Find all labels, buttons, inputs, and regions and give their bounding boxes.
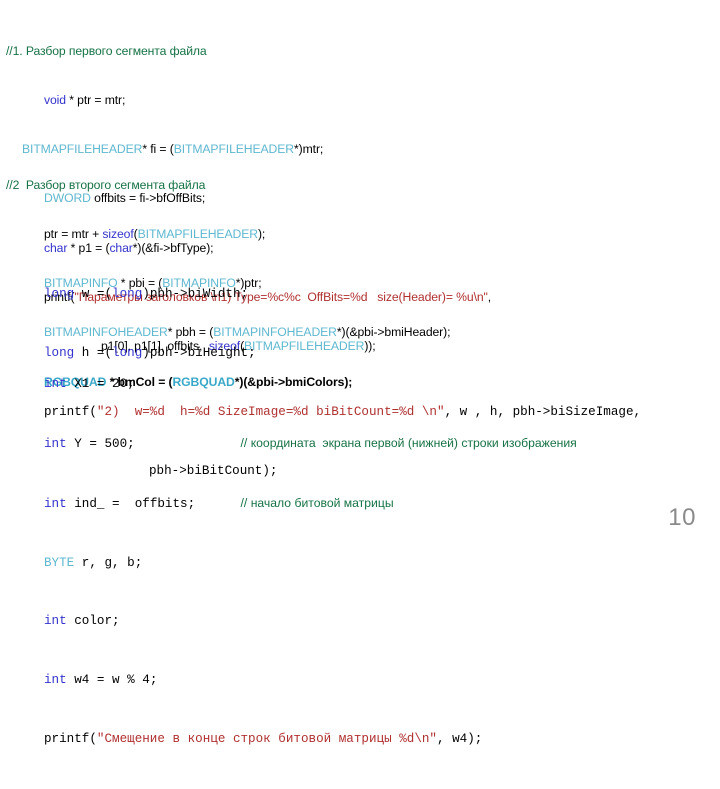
segment-2-heading-comment: //2 Разбор второго сегмента файла [6,177,206,192]
code-token: )pbh->biWidth; [142,287,249,302]
code-block-variables: int X1 = 20; int Y = 500; // координата … [44,336,577,789]
code-token: BYTE [44,555,75,570]
comment-spacer [135,437,241,451]
code-line-byte-rgb: BYTE r, g, b; [44,554,577,574]
code-line-int-w4: int w4 = w % 4; [44,671,577,691]
code-token: w4 = w % 4; [66,673,158,688]
slide-canvas: //1. Разбор первого сегмента файла void … [0,0,720,746]
comment-spacer [195,497,240,511]
code-token: sizeof [102,227,134,242]
code-token: int [44,436,67,451]
code-line-void-ptr: void * ptr = mtr; [6,92,491,108]
code-line-int-y: int Y = 500; // координата экрана первой… [44,434,577,455]
code-token: "Смещение в конце строк битовой матрицы … [96,731,437,746]
inline-comment: // координата экрана первой (нижней) стр… [240,435,577,450]
code-token: int [44,673,67,688]
code-line-long-w: long w =(long)pbh->biWidth; [44,285,641,305]
code-line-int-x1: int X1 = 20; [44,375,577,395]
code-token: ); [257,227,266,242]
inline-comment: // начало битовой матрицы [240,495,394,510]
page-number: 10 [668,504,696,531]
code-token: int [44,377,67,392]
code-token: long [44,287,75,302]
code-token: Y = 500; [66,436,135,451]
code-token: int [44,614,67,629]
code-token: void [44,93,66,108]
code-token: * ptr = mtr; [65,93,126,108]
segment-1-heading-comment: //1. Разбор первого сегмента файла [6,43,207,58]
code-line-ptr-mtr-sizeof: ptr = mtr + sizeof(BITMAPFILEHEADER); [6,226,450,242]
code-token: long [112,287,143,302]
code-token: ind_ = offbits; [66,496,196,511]
code-token: color; [66,614,120,629]
code-line-int-ind: int ind_ = offbits; // начало битовой ма… [44,494,577,515]
code-token: ptr = mtr + [44,227,103,242]
code-line-int-color: int color; [44,612,577,632]
code-line-printf-offset: printf("Смещение в конце строк битовой м… [44,730,577,750]
code-token: r, g, b; [74,555,143,570]
code-token: BITMAPFILEHEADER [137,227,258,242]
code-token: int [44,496,67,511]
code-token: w =( [74,287,113,302]
code-token: printf( [44,731,97,746]
code-token: X1 = 20; [66,377,135,392]
code-token: , w4); [437,731,483,746]
